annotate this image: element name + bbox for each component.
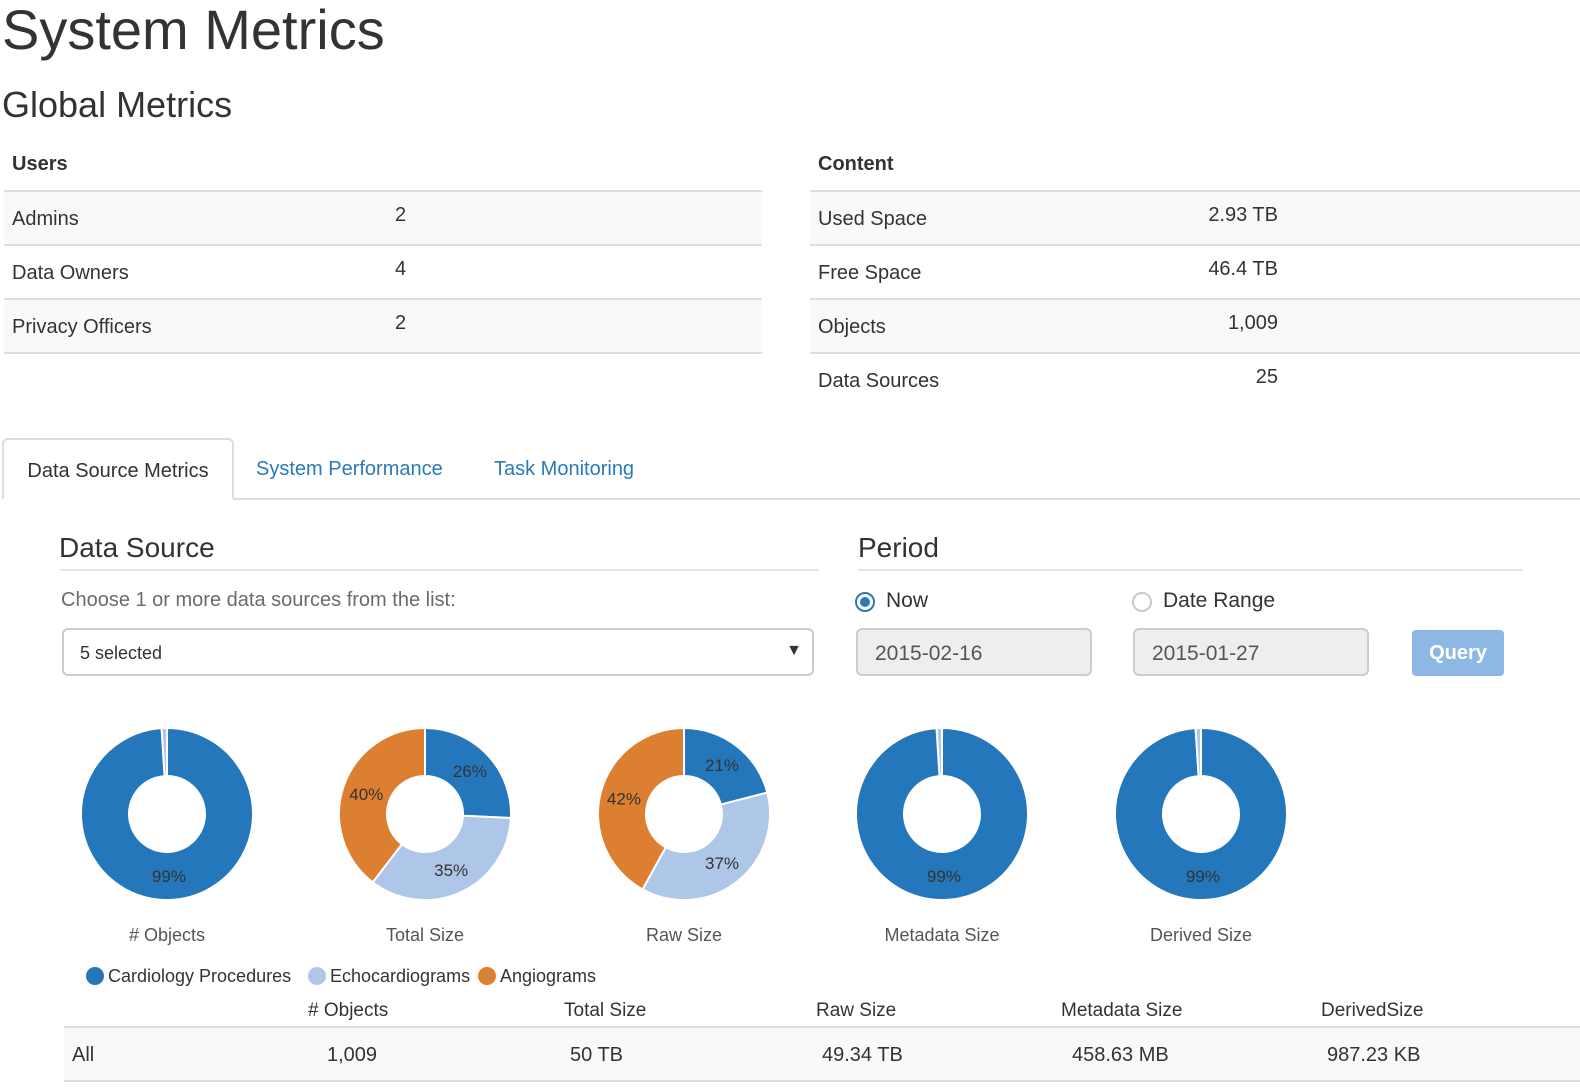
users-table-header: Users bbox=[4, 146, 762, 192]
table-row: Admins 2 bbox=[4, 192, 762, 246]
period-title: Period bbox=[858, 532, 939, 563]
legend-label: Angiograms bbox=[500, 966, 597, 986]
table-row: Objects 1,009 bbox=[810, 300, 1580, 354]
select-value: 5 selected bbox=[80, 643, 163, 663]
row-label: All bbox=[72, 1044, 95, 1066]
row-label: Objects bbox=[818, 316, 886, 338]
radio-now-label: Now bbox=[886, 589, 929, 612]
data-source-title: Data Source bbox=[59, 532, 215, 563]
row-value: 1,009 bbox=[1227, 312, 1278, 334]
legend-label: Echocardiograms bbox=[330, 966, 471, 986]
table-cell: 50 TB bbox=[570, 1044, 623, 1066]
slice-label: 40% bbox=[349, 785, 383, 804]
caret-down-icon: ▼ bbox=[786, 642, 802, 659]
column-header: Metadata Size bbox=[1061, 1000, 1183, 1021]
row-label: Used Space bbox=[818, 208, 927, 230]
radio-date-range[interactable] bbox=[1132, 592, 1152, 612]
tab-system-performance[interactable]: System Performance bbox=[256, 438, 443, 498]
chart-title: Total Size bbox=[386, 925, 464, 945]
slice-label: 26% bbox=[453, 762, 487, 781]
data-source-select[interactable]: 5 selected ▼ bbox=[62, 628, 814, 676]
tab-data-source-metrics[interactable]: Data Source Metrics bbox=[2, 438, 234, 500]
table-row: Data Owners 4 bbox=[4, 246, 762, 300]
users-table: Users Admins 2 Data Owners 4 Privacy Off… bbox=[4, 146, 762, 354]
legend-item: Cardiology Procedures bbox=[86, 966, 291, 987]
slice-label: 35% bbox=[434, 861, 468, 880]
summary-table-header: # Objects Total Size Raw Size Metadata S… bbox=[64, 996, 1580, 1028]
date-to-value: 2015-01-27 bbox=[1152, 642, 1260, 665]
date-from-input[interactable]: 2015-02-16 bbox=[856, 628, 1092, 676]
legend-item: Angiograms bbox=[478, 966, 596, 987]
slice-label: 99% bbox=[1186, 867, 1220, 886]
divider bbox=[60, 569, 819, 571]
row-value: 2 bbox=[395, 204, 407, 226]
row-label: Free Space bbox=[818, 262, 922, 284]
metrics-tabs: Data Source Metrics System Performance T… bbox=[2, 438, 1580, 500]
chart-title: Raw Size bbox=[646, 925, 722, 945]
column-header: # Objects bbox=[308, 1000, 389, 1021]
legend-swatch bbox=[86, 967, 104, 985]
slice-label: 42% bbox=[607, 790, 641, 809]
pie-slice bbox=[371, 814, 512, 901]
row-value: 46.4 TB bbox=[1208, 258, 1278, 280]
tab-task-monitoring[interactable]: Task Monitoring bbox=[494, 438, 634, 498]
slice-label: 37% bbox=[705, 854, 739, 873]
table-cell: 1,009 bbox=[327, 1044, 378, 1066]
row-label: Admins bbox=[12, 208, 79, 230]
row-value: 2.93 TB bbox=[1208, 204, 1278, 226]
legend-swatch bbox=[478, 967, 496, 985]
page-title: System Metrics bbox=[2, 0, 385, 61]
table-row: Free Space 46.4 TB bbox=[810, 246, 1580, 300]
content-table: Content Used Space 2.93 TB Free Space 46… bbox=[810, 146, 1580, 406]
slice-label: 21% bbox=[705, 756, 739, 775]
row-value: 4 bbox=[395, 258, 407, 280]
data-source-help-text: Choose 1 or more data sources from the l… bbox=[61, 589, 456, 611]
chart-title: Derived Size bbox=[1150, 925, 1252, 945]
table-cell: 458.63 MB bbox=[1072, 1044, 1169, 1066]
radio-date-range-label: Date Range bbox=[1163, 589, 1276, 612]
row-value: 2 bbox=[395, 312, 407, 334]
row-label: Data Owners bbox=[12, 262, 129, 284]
legend-item: Echocardiograms bbox=[308, 966, 470, 987]
date-to-input[interactable]: 2015-01-27 bbox=[1133, 628, 1369, 676]
slice-label: 99% bbox=[927, 867, 961, 886]
chart-title: # Objects bbox=[129, 925, 205, 945]
chart-title: Metadata Size bbox=[884, 925, 999, 945]
table-row: Data Sources 25 bbox=[810, 354, 1580, 406]
column-header: Raw Size bbox=[816, 1000, 897, 1021]
summary-table: # Objects Total Size Raw Size Metadata S… bbox=[64, 996, 1580, 1082]
slice-label: 99% bbox=[152, 867, 186, 886]
table-cell: 49.34 TB bbox=[822, 1044, 903, 1066]
legend-swatch bbox=[308, 967, 326, 985]
divider bbox=[858, 569, 1523, 571]
table-row: All 1,009 50 TB 49.34 TB 458.63 MB 987.2… bbox=[64, 1028, 1580, 1082]
row-label: Data Sources bbox=[818, 370, 940, 392]
table-cell: 987.23 KB bbox=[1327, 1044, 1421, 1066]
section-title-global-metrics: Global Metrics bbox=[2, 84, 233, 125]
column-header: Total Size bbox=[564, 1000, 647, 1021]
radio-now[interactable] bbox=[855, 592, 875, 612]
table-row: Used Space 2.93 TB bbox=[810, 192, 1580, 246]
query-button[interactable]: Query bbox=[1412, 630, 1504, 676]
row-value: 25 bbox=[1255, 366, 1278, 388]
column-header: DerivedSize bbox=[1321, 1000, 1424, 1021]
content-table-header: Content bbox=[810, 146, 1580, 192]
table-row: Privacy Officers 2 bbox=[4, 300, 762, 354]
row-label: Privacy Officers bbox=[12, 316, 152, 338]
legend-label: Cardiology Procedures bbox=[108, 966, 292, 986]
donut-charts: 99% # Objects 26% 35% 40% Total Size 21% 37% 42%… bbox=[80, 726, 1288, 945]
date-from-value: 2015-02-16 bbox=[875, 642, 983, 665]
